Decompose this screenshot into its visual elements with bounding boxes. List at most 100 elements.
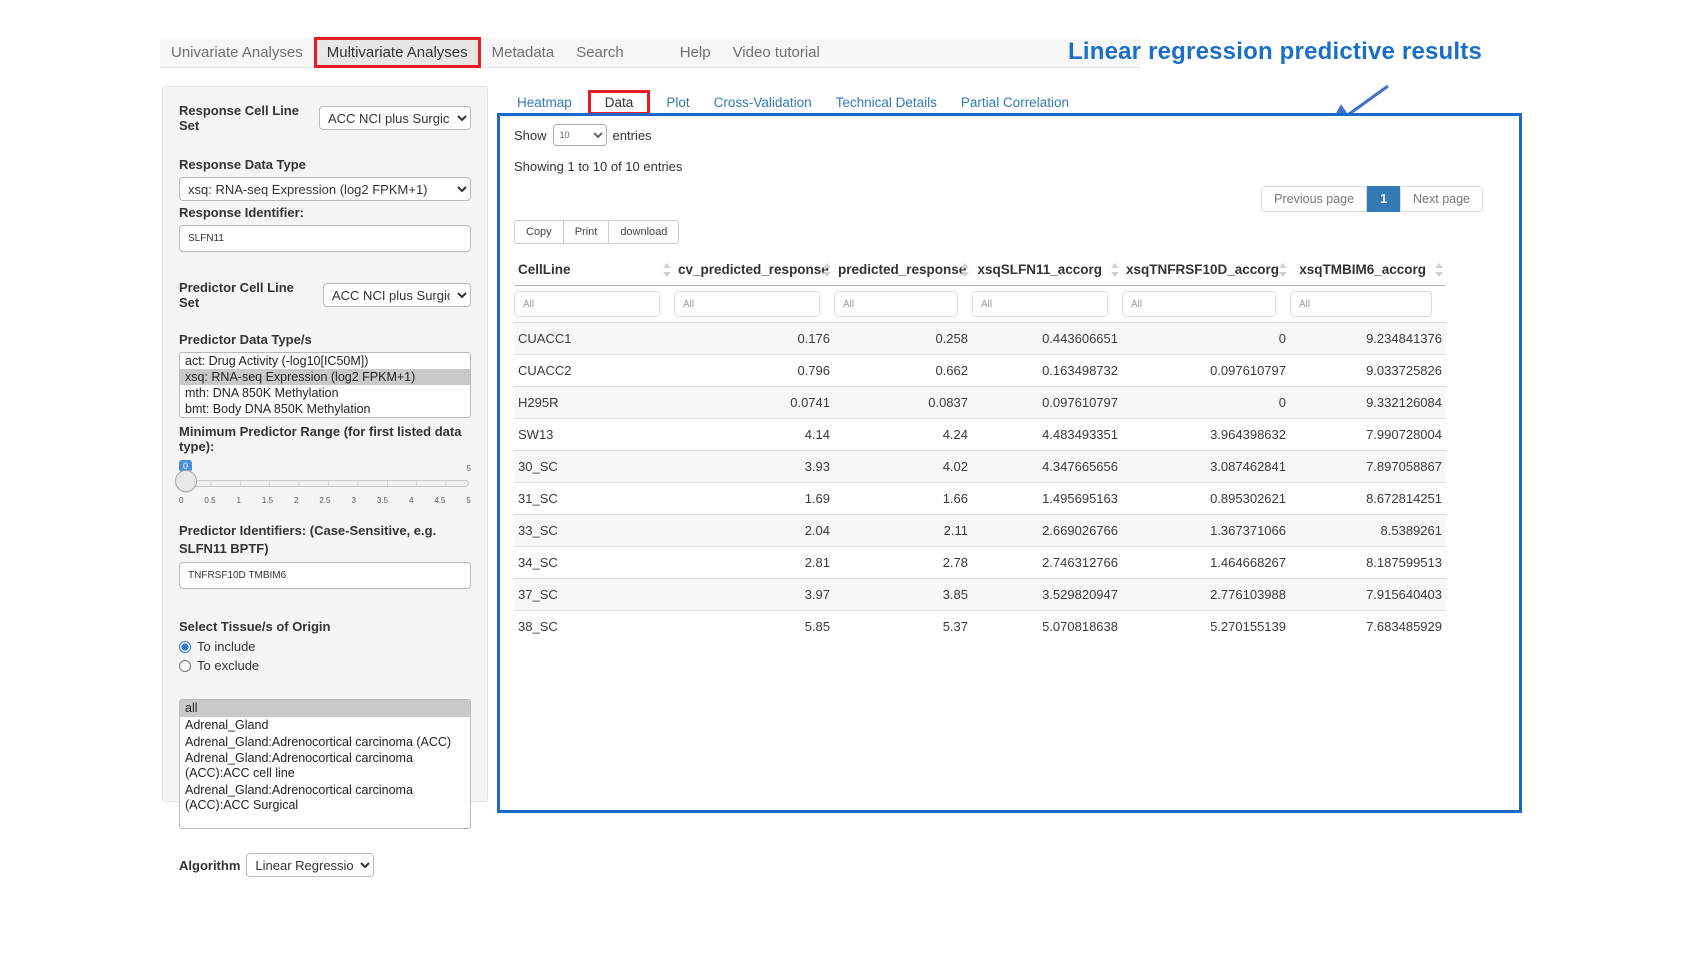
- sort-icon[interactable]: [1435, 263, 1444, 277]
- slider-tick-label: 0.5: [204, 496, 215, 505]
- response-cell-line-set-select[interactable]: ACC NCI plus Surgical: [319, 106, 471, 130]
- response-data-type-label: Response Data Type: [179, 157, 471, 172]
- predictor-data-type-option[interactable]: bmt: Body DNA 850K Methylation: [180, 401, 470, 417]
- column-header-cv-predicted-response[interactable]: cv_predicted_response: [674, 254, 834, 286]
- response-identifier-input[interactable]: [179, 225, 471, 252]
- slider-tick-label: 2.5: [319, 496, 330, 505]
- tissue-option[interactable]: Adrenal_Gland:Adrenocortical carcinoma (…: [180, 750, 470, 782]
- tissue-option[interactable]: Adrenal_Gland: [180, 717, 470, 734]
- value-cell: 8.672814251: [1290, 483, 1446, 515]
- nav-univariate-analyses[interactable]: Univariate Analyses: [160, 39, 314, 66]
- cellline-cell: 31_SC: [514, 483, 674, 515]
- filter-input-xsqtnfrsf10d[interactable]: [1122, 291, 1276, 317]
- predictor-data-type-option[interactable]: mth: DNA 850K Methylation: [180, 385, 470, 401]
- previous-page-button[interactable]: Previous page: [1261, 186, 1367, 212]
- slider-handle[interactable]: [175, 470, 197, 492]
- value-cell: 5.85: [674, 611, 834, 643]
- filter-input-xsqtmbim6[interactable]: [1290, 291, 1432, 317]
- value-cell: 1.69: [674, 483, 834, 515]
- cellline-cell: 37_SC: [514, 579, 674, 611]
- copy-button[interactable]: Copy: [514, 220, 564, 244]
- cellline-cell: CUACC1: [514, 323, 674, 355]
- tab-heatmap[interactable]: Heatmap: [505, 91, 584, 114]
- page-number-button[interactable]: 1: [1367, 186, 1400, 212]
- value-cell: 1.367371066: [1122, 515, 1290, 547]
- sort-icon[interactable]: [961, 263, 970, 277]
- slider-track[interactable]: [181, 480, 469, 487]
- print-button[interactable]: Print: [563, 220, 610, 244]
- cellline-cell: 38_SC: [514, 611, 674, 643]
- response-data-type-select[interactable]: xsq: RNA-seq Expression (log2 FPKM+1): [179, 177, 471, 201]
- nav-video-tutorial[interactable]: Video tutorial: [722, 39, 831, 66]
- value-cell: 0.097610797: [1122, 355, 1290, 387]
- value-cell: 3.529820947: [972, 579, 1122, 611]
- value-cell: 3.93: [674, 451, 834, 483]
- slider-tick-label: 3.5: [377, 496, 388, 505]
- table-row: 30_SC3.934.024.3476656563.0874628417.897…: [514, 451, 1446, 483]
- value-cell: 1.464668267: [1122, 547, 1290, 579]
- cellline-cell: 33_SC: [514, 515, 674, 547]
- table-row: 31_SC1.691.661.4956951630.8953026218.672…: [514, 483, 1446, 515]
- value-cell: 9.234841376: [1290, 323, 1446, 355]
- tissue-option[interactable]: all: [180, 700, 470, 717]
- cellline-cell: H295R: [514, 387, 674, 419]
- slider-max-label: 5: [467, 464, 471, 473]
- predictor-data-type-option[interactable]: xsq: RNA-seq Expression (log2 FPKM+1): [180, 369, 470, 385]
- value-cell: 1.495695163: [972, 483, 1122, 515]
- tab-plot[interactable]: Plot: [654, 91, 701, 114]
- value-cell: 4.347665656: [972, 451, 1122, 483]
- filter-input-cv-predicted-response[interactable]: [674, 291, 820, 317]
- table-row: 38_SC5.855.375.0708186385.2701551397.683…: [514, 611, 1446, 643]
- response-identifier-label: Response Identifier:: [179, 205, 471, 220]
- sort-icon[interactable]: [663, 263, 672, 277]
- next-page-button[interactable]: Next page: [1400, 186, 1483, 212]
- min-predictor-range-label: Minimum Predictor Range (for first liste…: [179, 424, 471, 454]
- tab-data[interactable]: Data: [588, 90, 651, 115]
- value-cell: 9.033725826: [1290, 355, 1446, 387]
- page-length-select[interactable]: 10: [553, 124, 607, 146]
- response-cell-line-set-label: Response Cell Line Set: [179, 103, 313, 133]
- radio-icon[interactable]: [179, 660, 191, 672]
- filter-input-xsqslfn11[interactable]: [972, 291, 1108, 317]
- tab-partial-correlation[interactable]: Partial Correlation: [949, 91, 1081, 114]
- value-cell: 0.163498732: [972, 355, 1122, 387]
- sort-icon[interactable]: [823, 263, 832, 277]
- tab-technical-details[interactable]: Technical Details: [824, 91, 949, 114]
- value-cell: 4.14: [674, 419, 834, 451]
- filter-input-predicted-response[interactable]: [834, 291, 958, 317]
- column-header-xsqtnfrsf10d[interactable]: xsqTNFRSF10D_accorg: [1122, 254, 1290, 286]
- tissue-exclude-radio[interactable]: To exclude: [179, 658, 471, 673]
- tissue-include-radio[interactable]: To include: [179, 639, 471, 654]
- page: Univariate Analyses Multivariate Analyse…: [0, 0, 1700, 956]
- slider-tick-label: 1.5: [262, 496, 273, 505]
- value-cell: 0.0741: [674, 387, 834, 419]
- sort-icon[interactable]: [1279, 263, 1288, 277]
- min-predictor-range-slider: 0 5 00.511.522.533.544.55: [179, 462, 471, 508]
- nav-multivariate-analyses[interactable]: Multivariate Analyses: [314, 37, 481, 68]
- tissue-option[interactable]: Adrenal_Gland:Adrenocortical carcinoma (…: [180, 782, 470, 814]
- column-header-predicted-response[interactable]: predicted_response: [834, 254, 972, 286]
- predictor-cell-line-set-select[interactable]: ACC NCI plus Surgical: [323, 283, 471, 307]
- table-body: CUACC10.1760.2580.44360665109.234841376C…: [514, 323, 1446, 643]
- tab-cross-validation[interactable]: Cross-Validation: [702, 91, 824, 114]
- column-header-xsqtmbim6[interactable]: xsqTMBIM6_accorg: [1290, 254, 1446, 286]
- column-header-cellline[interactable]: CellLine: [514, 254, 674, 286]
- column-filter-row: [514, 286, 1446, 323]
- tissue-option[interactable]: Adrenal_Gland:Adrenocortical carcinoma (…: [180, 734, 470, 751]
- sort-icon[interactable]: [1111, 263, 1120, 277]
- predictor-identifiers-input[interactable]: [179, 562, 471, 589]
- predictor-data-type-option[interactable]: act: Drug Activity (-log10[IC50M]): [180, 353, 470, 369]
- nav-metadata[interactable]: Metadata: [481, 39, 566, 66]
- table-row: 33_SC2.042.112.6690267661.3673710668.538…: [514, 515, 1446, 547]
- annotation-text: Linear regression predictive results: [1068, 38, 1508, 66]
- radio-icon[interactable]: [179, 641, 191, 653]
- filter-input-cellline[interactable]: [514, 291, 660, 317]
- value-cell: 7.915640403: [1290, 579, 1446, 611]
- algorithm-select[interactable]: Linear Regression: [246, 853, 374, 877]
- nav-help[interactable]: Help: [669, 39, 722, 66]
- column-header-xsqslfn11[interactable]: xsqSLFN11_accorg: [972, 254, 1122, 286]
- table-header-row: CellLine cv_predicted_response predicted…: [514, 254, 1446, 286]
- download-button[interactable]: download: [608, 220, 679, 244]
- value-cell: 1.66: [834, 483, 972, 515]
- nav-search[interactable]: Search: [565, 39, 635, 66]
